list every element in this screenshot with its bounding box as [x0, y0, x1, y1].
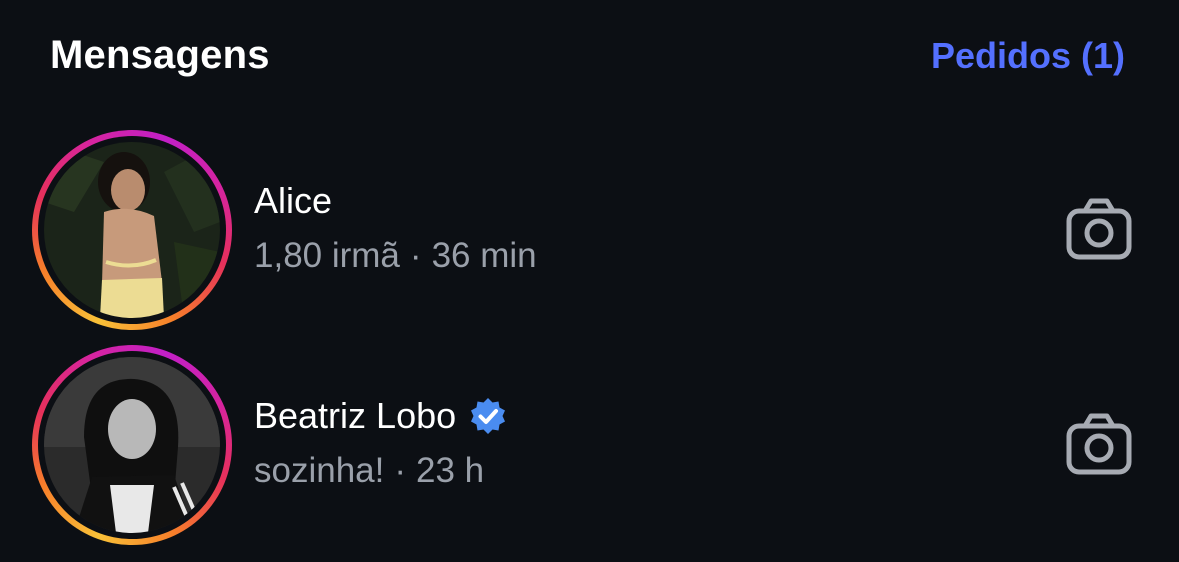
timestamp: 36 min: [431, 236, 537, 275]
thread-preview: sozinha! · 23 h: [254, 451, 484, 491]
avatar: [44, 357, 220, 533]
story-ring[interactable]: [32, 345, 232, 545]
contact-name: Alice: [254, 180, 333, 221]
message-preview: sozinha!: [254, 451, 385, 490]
message-preview: 1,80 irmã: [254, 236, 400, 275]
avatar: [44, 142, 220, 318]
story-ring[interactable]: [32, 130, 232, 330]
thread-row-beatriz[interactable]: Beatriz Lobo sozinha! · 23 h: [0, 340, 1179, 550]
separator: ·: [394, 451, 407, 490]
page-title: Mensagens: [50, 33, 270, 77]
separator: ·: [409, 236, 422, 275]
camera-icon[interactable]: [1065, 410, 1133, 478]
thread-row-alice[interactable]: Alice 1,80 irmã · 36 min: [0, 125, 1179, 335]
verified-badge-icon: [471, 398, 506, 434]
thread-preview: 1,80 irmã · 36 min: [254, 236, 537, 276]
header: Mensagens Pedidos (1): [0, 0, 1179, 118]
timestamp: 23 h: [416, 451, 485, 490]
thread-name: Beatriz Lobo: [254, 395, 508, 437]
contact-name: Beatriz Lobo: [254, 395, 457, 436]
thread-name: Alice: [254, 180, 332, 222]
requests-link[interactable]: Pedidos (1): [931, 35, 1125, 77]
camera-icon[interactable]: [1065, 195, 1133, 263]
